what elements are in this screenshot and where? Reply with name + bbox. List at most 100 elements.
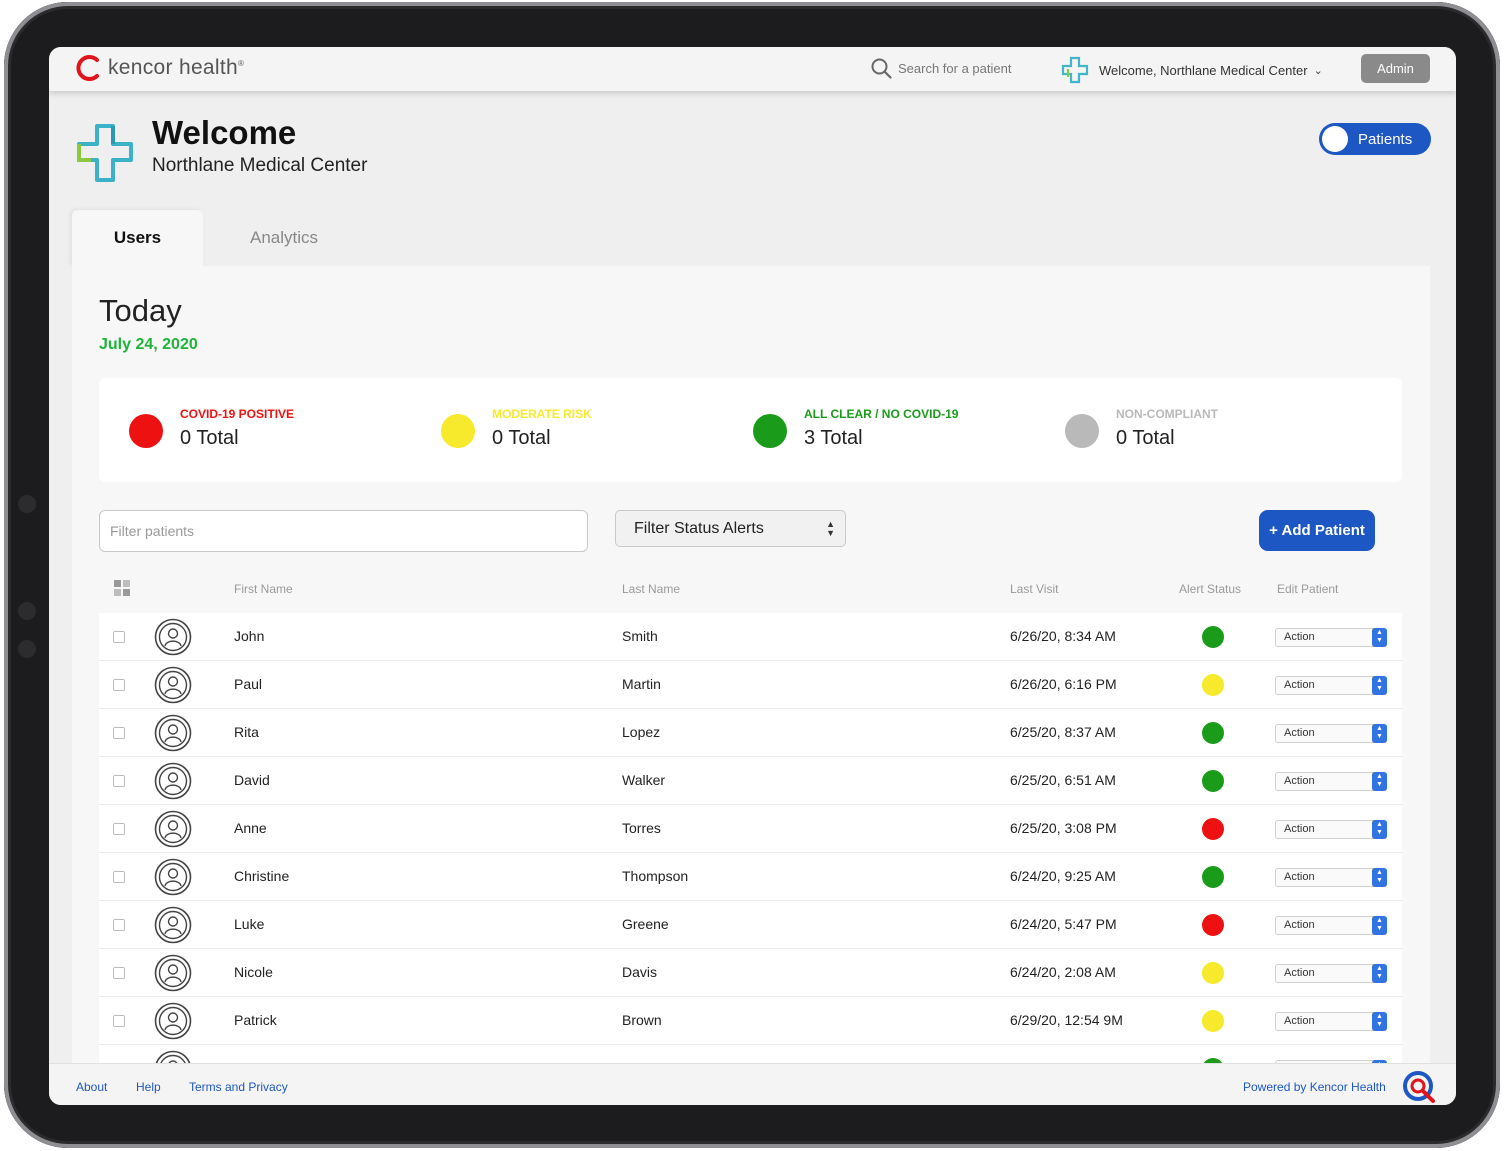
column-header-alert-status[interactable]: Alert Status bbox=[1179, 582, 1241, 596]
row-checkbox[interactable] bbox=[113, 871, 125, 883]
patient-avatar-icon[interactable] bbox=[154, 762, 192, 800]
account-menu-label[interactable]: Welcome, Northlane Medical Center bbox=[1099, 63, 1308, 78]
filter-status-value: Filter Status Alerts bbox=[634, 519, 764, 537]
alert-status-dot bbox=[1202, 1010, 1224, 1032]
table-row[interactable]: Paul Martin 6/26/20, 6:16 PM Action ▲ ▼ bbox=[99, 661, 1402, 709]
brand-logo-link[interactable]: kencor health® bbox=[75, 54, 244, 82]
status-dot bbox=[129, 414, 163, 448]
action-select-label: Action bbox=[1284, 727, 1315, 739]
patients-toggle[interactable]: Patients bbox=[1319, 123, 1431, 155]
first-name-cell: Christine bbox=[234, 868, 290, 884]
table-row[interactable]: John Smith 6/26/20, 8:34 AM Action ▲ ▼ bbox=[99, 613, 1402, 661]
select-arrows-icon: ▲▼ bbox=[826, 519, 835, 538]
patient-avatar-icon[interactable] bbox=[154, 1002, 192, 1040]
last-visit-cell: 6/24/20, 5:47 PM bbox=[1010, 916, 1117, 932]
row-checkbox[interactable] bbox=[113, 727, 125, 739]
kencor-logo-icon bbox=[76, 55, 99, 81]
first-name-cell: Anne bbox=[234, 820, 267, 836]
table-row[interactable]: Christine Thompson 6/24/20, 9:25 AM Action ▲… bbox=[99, 853, 1402, 901]
footer: About Help Terms and Privacy Powered by … bbox=[49, 1063, 1456, 1105]
edit-patient-action-select[interactable]: Action ▲▼ bbox=[1275, 820, 1387, 839]
table-row[interactable]: David Walker 6/25/20, 6:51 AM Action ▲ ▼ bbox=[99, 757, 1402, 805]
column-header-last-visit[interactable]: Last Visit bbox=[1010, 582, 1058, 596]
users-panel: Today July 24, 2020 COVID-19 POSITIVE 0 … bbox=[72, 266, 1430, 1105]
facility-cross-logo-icon bbox=[77, 124, 133, 182]
summary-heading: Today bbox=[99, 293, 182, 328]
select-arrows-icon: ▲▼ bbox=[1372, 916, 1387, 935]
last-visit-cell: 6/25/20, 3:08 PM bbox=[1010, 820, 1117, 836]
first-name-cell: Paul bbox=[234, 676, 263, 692]
add-patient-button[interactable]: + Add Patient bbox=[1259, 510, 1375, 551]
stat-label: NON-COMPLIANT bbox=[1116, 407, 1218, 421]
footer-link-about[interactable]: About bbox=[76, 1080, 107, 1094]
table-row[interactable]: Rita Lopez 6/25/20, 8:37 AM Action ▲ ▼ bbox=[99, 709, 1402, 757]
summary-date: July 24, 2020 bbox=[99, 336, 198, 353]
patient-search[interactable]: Search for a patient bbox=[871, 58, 1011, 79]
select-arrows-icon: ▲▼ bbox=[1372, 724, 1387, 743]
first-name-cell: Patrick bbox=[234, 1012, 277, 1028]
column-header-last-name[interactable]: Last Name bbox=[622, 582, 680, 596]
action-select-label: Action bbox=[1284, 823, 1315, 835]
edit-patient-action-select[interactable]: Action ▲▼ bbox=[1275, 916, 1387, 935]
edit-patient-action-select[interactable]: Action ▲▼ bbox=[1275, 868, 1387, 887]
first-name-cell: Rita bbox=[234, 724, 259, 740]
row-checkbox[interactable] bbox=[113, 775, 125, 787]
status-dot bbox=[1065, 414, 1099, 448]
stat-label: ALL CLEAR / NO COVID-19 bbox=[804, 407, 959, 421]
row-checkbox[interactable] bbox=[113, 631, 125, 643]
stat-total: 3 Total bbox=[804, 427, 863, 449]
column-header-first-name[interactable]: First Name bbox=[234, 582, 293, 596]
search-placeholder[interactable]: Search for a patient bbox=[898, 61, 1011, 76]
row-checkbox[interactable] bbox=[113, 919, 125, 931]
patient-avatar-icon[interactable] bbox=[154, 954, 192, 992]
edit-patient-action-select[interactable]: Action ▲▼ bbox=[1275, 724, 1387, 743]
last-name-cell: Lopez bbox=[622, 724, 661, 740]
kencor-q-logo-icon bbox=[1403, 1071, 1435, 1103]
edit-patient-action-select[interactable]: Action ▲▼ bbox=[1275, 1012, 1387, 1031]
row-checkbox[interactable] bbox=[113, 967, 125, 979]
edit-patient-action-select[interactable]: Action ▲▼ bbox=[1275, 676, 1387, 695]
tab-users[interactable]: Users bbox=[72, 210, 203, 266]
patient-avatar-icon[interactable] bbox=[154, 810, 192, 848]
table-row[interactable]: Nicole Davis 6/24/20, 2:08 AM Action ▲ ▼ bbox=[99, 949, 1402, 997]
last-name-cell: Thompson bbox=[622, 868, 689, 884]
patient-avatar-icon[interactable] bbox=[154, 666, 192, 704]
filter-status-select[interactable]: Filter Status Alerts ▲ ▼ bbox=[615, 510, 846, 547]
app-screen: kencor health® Search for a patient Welc… bbox=[49, 47, 1456, 1105]
account-menu[interactable]: Welcome, Northlane Medical Center ⌄ bbox=[1061, 56, 1323, 84]
last-visit-cell: 6/25/20, 8:37 AM bbox=[1010, 724, 1116, 740]
action-select-label: Action bbox=[1284, 631, 1315, 643]
last-visit-cell: 6/25/20, 6:51 AM bbox=[1010, 772, 1116, 788]
footer-link-help[interactable]: Help bbox=[136, 1080, 161, 1094]
stat-label: COVID-19 POSITIVE bbox=[180, 407, 295, 421]
patient-avatar-icon[interactable] bbox=[154, 858, 192, 896]
table-row[interactable]: Luke Greene 6/24/20, 5:47 PM Action ▲ ▼ bbox=[99, 901, 1402, 949]
table-row[interactable]: Patrick Brown 6/29/20, 12:54 9M Action ▲ ▼ bbox=[99, 997, 1402, 1045]
filter-patients-input[interactable] bbox=[99, 510, 588, 552]
footer-link-terms[interactable]: Terms and Privacy bbox=[189, 1080, 288, 1094]
row-checkbox[interactable] bbox=[113, 823, 125, 835]
first-name-cell: Nicole bbox=[234, 964, 273, 980]
alert-status-dot bbox=[1202, 722, 1224, 744]
tab-analytics[interactable]: Analytics bbox=[219, 210, 349, 266]
column-header-edit-patient: Edit Patient bbox=[1277, 582, 1339, 596]
row-checkbox[interactable] bbox=[113, 1015, 125, 1027]
edit-patient-action-select[interactable]: Action ▲▼ bbox=[1275, 964, 1387, 983]
row-checkbox[interactable] bbox=[113, 679, 125, 691]
patient-avatar-icon[interactable] bbox=[154, 618, 192, 656]
alert-status-dot bbox=[1202, 914, 1224, 936]
patient-avatar-icon[interactable] bbox=[154, 906, 192, 944]
stat-total: 0 Total bbox=[180, 427, 239, 449]
first-name-cell: Luke bbox=[234, 916, 265, 932]
action-select-label: Action bbox=[1284, 967, 1315, 979]
edit-patient-action-select[interactable]: Action ▲▼ bbox=[1275, 772, 1387, 791]
edit-patient-action-select[interactable]: Action ▲▼ bbox=[1275, 628, 1387, 647]
facility-name: Northlane Medical Center bbox=[152, 155, 368, 176]
admin-button[interactable]: Admin bbox=[1361, 54, 1430, 83]
patient-avatar-icon[interactable] bbox=[154, 714, 192, 752]
first-name-cell: David bbox=[234, 772, 270, 788]
grid-view-icon[interactable] bbox=[114, 580, 130, 596]
alert-status-dot bbox=[1202, 818, 1224, 840]
table-row[interactable]: Anne Torres 6/25/20, 3:08 PM Action ▲ ▼ bbox=[99, 805, 1402, 853]
last-visit-cell: 6/24/20, 9:25 AM bbox=[1010, 868, 1116, 884]
